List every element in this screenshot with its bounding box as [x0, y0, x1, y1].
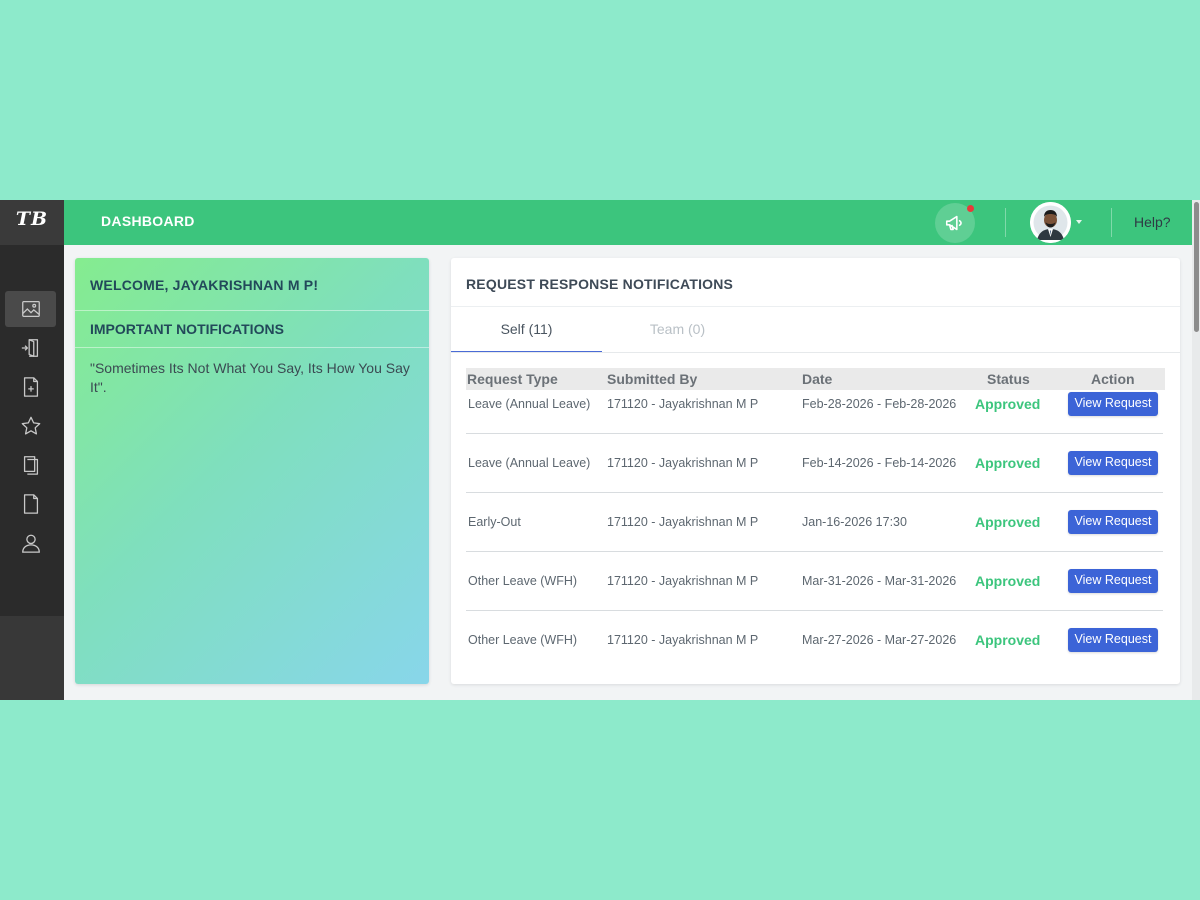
megaphone-icon	[944, 212, 966, 234]
tabs-underline	[451, 352, 1180, 353]
cell-request-type: Early-Out	[468, 515, 521, 529]
cell-date: Mar-31-2026 - Mar-31-2026	[802, 574, 957, 588]
status-badge: Approved	[975, 396, 1041, 412]
view-request-button[interactable]: View Request	[1068, 569, 1158, 593]
table-row: Other Leave (WFH) 171120 - Jayakrishnan …	[466, 611, 1165, 670]
brand-logo[interactable]: TB	[0, 200, 64, 245]
scrollbar-thumb[interactable]	[1194, 202, 1199, 332]
sidebar-item-favorites[interactable]	[5, 408, 56, 444]
sidebar-item-new-request[interactable]	[5, 369, 56, 405]
cell-request-type: Other Leave (WFH)	[468, 574, 578, 588]
top-bar: TB DASHBOARD Help?	[0, 200, 1200, 245]
cell-date: Jan-16-2026 17:30	[802, 515, 907, 529]
sidebar-item-gallery[interactable]	[5, 291, 56, 327]
notification-quote: "Sometimes Its Not What You Say, Its How…	[90, 360, 410, 395]
card-title: REQUEST RESPONSE NOTIFICATIONS	[466, 276, 734, 292]
book-icon	[20, 454, 42, 476]
app-window: TB DASHBOARD Help? WELCOME, JAYAKRISHNAN…	[0, 200, 1200, 700]
divider	[75, 310, 429, 311]
cell-request-type: Other Leave (WFH)	[468, 633, 578, 647]
status-badge: Approved	[975, 632, 1041, 648]
status-badge: Approved	[975, 514, 1041, 530]
status-badge: Approved	[975, 455, 1041, 471]
sidebar-item-library[interactable]	[5, 447, 56, 483]
important-notifications-title: IMPORTANT NOTIFICATIONS	[90, 321, 284, 337]
document-icon	[20, 493, 42, 515]
view-request-button[interactable]: View Request	[1068, 628, 1158, 652]
divider	[75, 347, 429, 348]
sidebar-item-exit[interactable]	[5, 330, 56, 366]
divider	[1111, 208, 1112, 237]
sidebar	[0, 245, 64, 700]
avatar[interactable]	[1030, 202, 1071, 243]
request-notifications-card: REQUEST RESPONSE NOTIFICATIONS Self (11)…	[451, 258, 1180, 684]
tab-team[interactable]: Team (0)	[602, 307, 753, 352]
welcome-title: WELCOME, JAYAKRISHNAN M P!	[90, 277, 319, 293]
sidebar-item-profile[interactable]	[5, 525, 56, 561]
user-icon	[20, 532, 42, 554]
status-badge: Approved	[975, 573, 1041, 589]
cell-request-type: Leave (Annual Leave)	[468, 456, 591, 470]
help-link[interactable]: Help?	[1134, 200, 1171, 245]
cell-date: Feb-14-2026 - Feb-14-2026	[802, 456, 957, 470]
file-add-icon	[20, 376, 42, 398]
announcements-button[interactable]	[935, 203, 975, 243]
cell-submitted-by: 171120 - Jayakrishnan M P	[607, 456, 759, 470]
tab-self[interactable]: Self (11)	[451, 307, 602, 353]
view-request-button[interactable]: View Request	[1068, 451, 1158, 475]
cell-submitted-by: 171120 - Jayakrishnan M P	[607, 515, 759, 529]
table-row: Leave (Annual Leave) 171120 - Jayakrishn…	[466, 434, 1165, 493]
welcome-card: WELCOME, JAYAKRISHNAN M P! IMPORTANT NOT…	[75, 258, 429, 684]
table-row: Leave (Annual Leave) 171120 - Jayakrishn…	[466, 375, 1165, 434]
cell-submitted-by: 171120 - Jayakrishnan M P	[607, 633, 759, 647]
table-row: Other Leave (WFH) 171120 - Jayakrishnan …	[466, 552, 1165, 611]
image-icon	[20, 298, 42, 320]
table-row: Early-Out 171120 - Jayakrishnan M P Jan-…	[466, 493, 1165, 552]
notification-dot	[967, 205, 974, 212]
nav-dashboard-link[interactable]: DASHBOARD	[101, 200, 195, 245]
divider	[1005, 208, 1006, 237]
sidebar-item-documents[interactable]	[5, 486, 56, 522]
sidebar-footer	[0, 616, 64, 700]
cell-submitted-by: 171120 - Jayakrishnan M P	[607, 574, 759, 588]
cell-date: Mar-27-2026 - Mar-27-2026	[802, 633, 957, 647]
cell-submitted-by: 171120 - Jayakrishnan M P	[607, 397, 759, 411]
door-exit-icon	[20, 337, 42, 359]
cell-date: Feb-28-2026 - Feb-28-2026	[802, 397, 957, 411]
cell-request-type: Leave (Annual Leave)	[468, 397, 591, 411]
view-request-button[interactable]: View Request	[1068, 392, 1158, 416]
star-icon	[20, 415, 42, 437]
view-request-button[interactable]: View Request	[1068, 510, 1158, 534]
chevron-down-icon[interactable]	[1076, 220, 1082, 224]
